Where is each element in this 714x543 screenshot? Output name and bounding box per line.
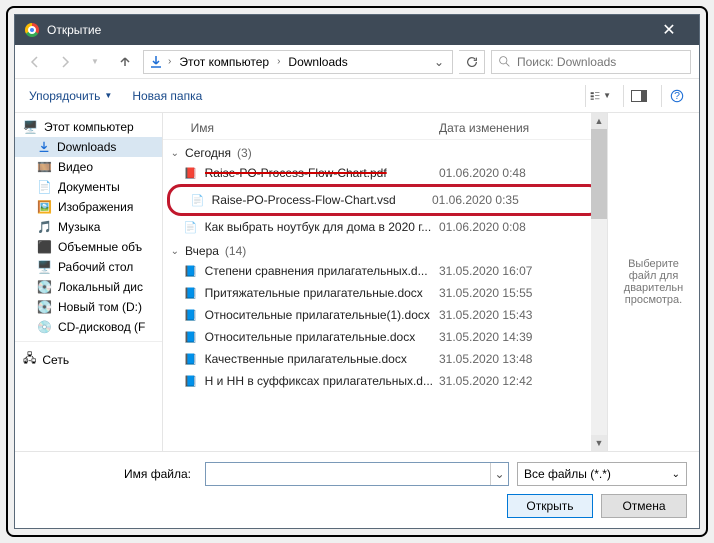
content-area: ⌄ 🖥️ Этот компьютер Downloads 🎞️Видео 📄Д… [15,113,699,451]
tree-localdisk[interactable]: 💽Локальный дис [15,277,162,297]
file-row[interactable]: 📘Качественные прилагательные.docx31.05.2… [163,348,607,370]
tree-desktop[interactable]: 🖥️Рабочий стол [15,257,162,277]
nav-tree[interactable]: ⌄ 🖥️ Этот компьютер Downloads 🎞️Видео 📄Д… [15,113,163,451]
docx-icon: 📘 [183,329,199,345]
expand-icon[interactable]: › [21,354,31,365]
chevron-right-icon: › [275,56,282,67]
file-row[interactable]: 📄 Raise-PO-Process-Flow-Chart.vsd 01.06.… [170,189,600,211]
new-folder-button[interactable]: Новая папка [126,85,208,107]
group-yesterday[interactable]: ⌄ Вчера (14) [163,238,607,260]
back-button[interactable] [23,50,47,74]
footer: Имя файла: ⌄ Все файлы (*.*) ⌄ Открыть О… [15,451,699,528]
open-dialog: Открытие ✕ ▼ › Этот компьютер › Download… [14,14,700,529]
chevron-right-icon: › [166,56,173,67]
tree-network[interactable]: › 🖧 Сеть [15,346,162,373]
documents-icon: 📄 [37,180,52,194]
video-icon: 🎞️ [37,160,52,174]
chevron-down-icon: ⌄ [672,469,680,480]
filename-combo[interactable]: ⌄ [205,462,509,486]
search-icon [498,55,511,68]
file-row[interactable]: 📘Степени сравнения прилагательных.d...31… [163,260,607,282]
expand-icon[interactable]: ⌄ [21,122,31,133]
music-icon: 🎵 [37,220,52,234]
search-box[interactable] [491,50,691,74]
search-input[interactable] [517,55,684,69]
drive-icon: 💽 [37,280,52,294]
docx-icon: 📘 [183,263,199,279]
open-button[interactable]: Открыть [507,494,593,518]
organize-button[interactable]: Упорядочить ▼ [23,85,118,107]
docx-icon: 📘 [183,373,199,389]
docx-icon: 📘 [183,285,199,301]
scrollbar[interactable]: ▲ ▼ [591,113,607,451]
file-row[interactable]: 📘Относительные прилагательные.docx31.05.… [163,326,607,348]
docx-icon: 📘 [183,351,199,367]
titlebar: Открытие ✕ [15,15,699,45]
annotation-highlight: 📄 Raise-PO-Process-Flow-Chart.vsd 01.06.… [167,184,603,216]
doc-icon: 📄 [183,219,199,235]
pdf-icon: 📕 [183,165,199,181]
tree-newvol[interactable]: 💽Новый том (D:) [15,297,162,317]
breadcrumb[interactable]: › Этот компьютер › Downloads ⌄ [143,50,453,74]
chevron-down-icon: ⌄ [171,246,179,257]
drive-icon: 💽 [37,300,52,314]
file-row[interactable]: 📘Притяжательные прилагательные.docx31.05… [163,282,607,304]
file-icon: 📄 [190,192,206,208]
breadcrumb-downloads[interactable]: Downloads [284,53,351,71]
tree-music[interactable]: 🎵Музыка [15,217,162,237]
tree-video[interactable]: 🎞️Видео [15,157,162,177]
help-button[interactable]: ? [661,85,691,107]
preview-pane-button[interactable] [623,85,653,107]
scroll-thumb[interactable] [591,129,607,219]
close-button[interactable]: ✕ [649,20,689,40]
cube-icon: ⬛ [37,240,52,254]
file-row[interactable]: 📄 Как выбрать ноутбук для дома в 2020 г.… [163,216,607,238]
downloads-icon [37,140,51,154]
up-button[interactable] [113,50,137,74]
chrome-icon [25,23,39,37]
downloads-folder-icon [148,54,164,70]
tree-3d[interactable]: ⬛Объемные объ [15,237,162,257]
dialog-title: Открытие [47,23,649,37]
tree-documents[interactable]: 📄Документы [15,177,162,197]
desktop-icon: 🖥️ [37,260,52,274]
preview-pane: Выберите файл для дварительн просмотра. [607,113,699,451]
file-row[interactable]: 📘Относительные прилагательные(1).docx31.… [163,304,607,326]
toolbar: Упорядочить ▼ Новая папка ▼ ? [15,79,699,113]
pictures-icon: 🖼️ [37,200,52,214]
cd-icon: 💿 [37,320,52,334]
refresh-button[interactable] [459,50,485,74]
tree-pictures[interactable]: 🖼️Изображения [15,197,162,217]
file-row[interactable]: 📘Н и НН в суффиксах прилагательных.d...3… [163,370,607,392]
forward-button[interactable] [53,50,77,74]
group-today[interactable]: ⌄ Сегодня (3) [163,140,607,162]
recent-dropdown[interactable]: ▼ [83,50,107,74]
navbar: ▼ › Этот компьютер › Downloads ⌄ [15,45,699,79]
file-list[interactable]: Имя Дата изменения ⌄ Сегодня (3) 📕 Raise… [163,113,607,451]
chevron-down-icon: ▼ [104,91,112,100]
filename-label: Имя файла: [27,467,197,481]
file-row[interactable]: 📕 Raise-PO-Process-Flow-Chart.pdf 01.06.… [163,162,607,184]
column-name[interactable]: Имя [191,121,439,135]
breadcrumb-this-pc[interactable]: Этот компьютер [175,53,273,71]
chevron-down-icon: ⌄ [171,148,179,159]
file-type-filter[interactable]: Все файлы (*.*) ⌄ [517,462,687,486]
chevron-down-icon: ▼ [603,91,611,100]
tree-cd[interactable]: 💿CD-дисковод (F [15,317,162,337]
column-headers[interactable]: Имя Дата изменения [163,117,607,140]
view-mode-button[interactable]: ▼ [585,85,615,107]
breadcrumb-dropdown[interactable]: ⌄ [430,55,448,69]
scroll-up-button[interactable]: ▲ [591,113,607,129]
tree-this-pc[interactable]: ⌄ 🖥️ Этот компьютер [15,117,162,137]
column-date[interactable]: Дата изменения [439,121,599,135]
scroll-down-button[interactable]: ▼ [591,435,607,451]
docx-icon: 📘 [183,307,199,323]
svg-text:?: ? [674,90,680,102]
tree-downloads[interactable]: Downloads [15,137,162,157]
combo-dropdown[interactable]: ⌄ [490,463,508,485]
filename-input[interactable] [206,463,490,485]
cancel-button[interactable]: Отмена [601,494,687,518]
